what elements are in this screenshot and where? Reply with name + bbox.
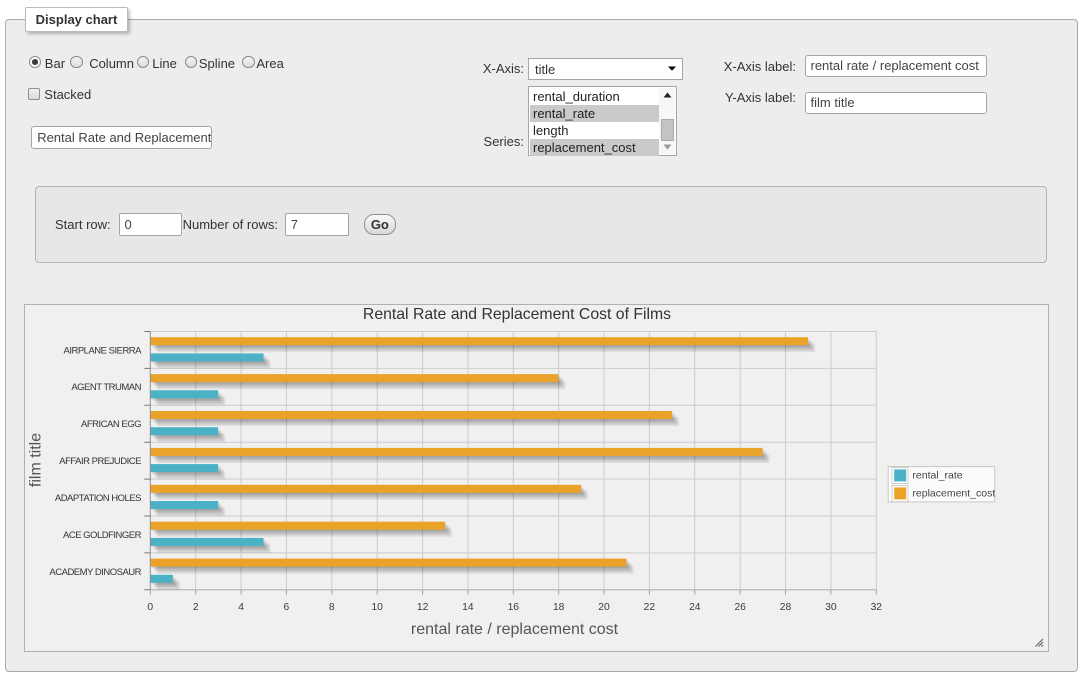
svg-text:14: 14 xyxy=(462,602,474,613)
svg-text:16: 16 xyxy=(508,602,520,613)
svg-text:rental rate / replacement cost: rental rate / replacement cost xyxy=(411,621,619,638)
svg-text:film title: film title xyxy=(28,433,45,487)
svg-text:rental_rate: rental_rate xyxy=(912,470,962,482)
svg-text:20: 20 xyxy=(598,602,610,613)
svg-text:replacement_cost: replacement_cost xyxy=(912,488,995,500)
svg-text:30: 30 xyxy=(825,602,837,613)
svg-text:18: 18 xyxy=(553,602,565,613)
svg-text:26: 26 xyxy=(734,602,746,613)
svg-text:AFRICAN EGG: AFRICAN EGG xyxy=(81,419,141,430)
svg-text:8: 8 xyxy=(329,602,335,613)
svg-text:Rental Rate and Replacement Co: Rental Rate and Replacement Cost of Film… xyxy=(363,306,671,323)
svg-text:ACE GOLDFINGER: ACE GOLDFINGER xyxy=(63,530,142,541)
svg-text:4: 4 xyxy=(238,602,244,613)
svg-text:ACADEMY DINOSAUR: ACADEMY DINOSAUR xyxy=(49,567,141,578)
svg-text:2: 2 xyxy=(193,602,199,613)
svg-text:28: 28 xyxy=(780,602,792,613)
svg-text:10: 10 xyxy=(371,602,383,613)
svg-text:AFFAIR PREJUDICE: AFFAIR PREJUDICE xyxy=(59,456,141,467)
svg-text:AIRPLANE SIERRA: AIRPLANE SIERRA xyxy=(64,345,143,356)
svg-text:32: 32 xyxy=(871,602,883,613)
svg-text:24: 24 xyxy=(689,602,701,613)
svg-text:AGENT TRUMAN: AGENT TRUMAN xyxy=(71,382,141,393)
svg-text:22: 22 xyxy=(644,602,656,613)
svg-text:0: 0 xyxy=(147,602,153,613)
svg-text:6: 6 xyxy=(284,602,290,613)
svg-text:ADAPTATION HOLES: ADAPTATION HOLES xyxy=(55,493,141,504)
svg-text:12: 12 xyxy=(417,602,429,613)
